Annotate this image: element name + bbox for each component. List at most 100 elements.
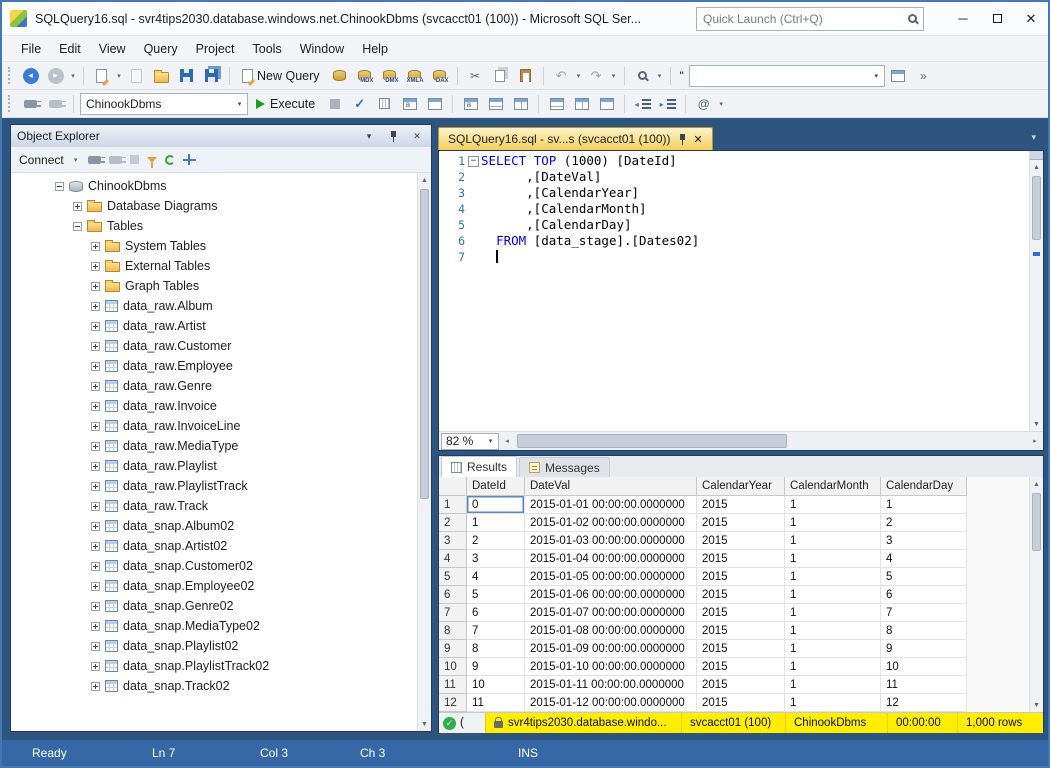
code-line[interactable]: 2 ,[DateVal]: [439, 169, 1029, 185]
tree-expander-icon[interactable]: [91, 681, 100, 691]
editor-vertical-scrollbar[interactable]: ▲ ▼: [1029, 151, 1043, 431]
server-disconnect-icon[interactable]: [108, 155, 126, 164]
tree-expander-icon[interactable]: [91, 381, 100, 391]
tree-item[interactable]: data_snap.Playlist02: [11, 636, 417, 656]
cell-dateid[interactable]: 6: [467, 604, 525, 622]
cell-calendaryear[interactable]: 2015: [697, 622, 785, 640]
toolbar2-overflow-caret[interactable]: ▾: [717, 100, 725, 108]
tree-expander-icon[interactable]: [73, 201, 82, 211]
tree-expander-icon[interactable]: [91, 361, 100, 371]
tree-item[interactable]: ChinookDbms: [11, 176, 417, 196]
maximize-button[interactable]: [980, 2, 1014, 35]
tree-item[interactable]: data_raw.Album: [11, 296, 417, 316]
column-header-calendarday[interactable]: CalendarDay: [881, 477, 967, 496]
cell-dateval[interactable]: 2015-01-05 00:00:00.0000000: [525, 568, 697, 586]
tree-expander-icon[interactable]: [91, 601, 100, 611]
tree-expander-icon[interactable]: [91, 241, 100, 251]
cell-calendarmonth[interactable]: 1: [785, 694, 881, 712]
new-file-button[interactable]: [90, 64, 113, 87]
parse-button[interactable]: [348, 92, 371, 115]
tree-item[interactable]: data_raw.InvoiceLine: [11, 416, 417, 436]
cell-calendarday[interactable]: 6: [881, 586, 967, 604]
code-line[interactable]: 6 FROM [data_stage].[Dates02]: [439, 233, 1029, 249]
tree-item[interactable]: Tables: [11, 216, 417, 236]
undo-button[interactable]: [550, 64, 573, 87]
find-dropdown-caret[interactable]: ▾: [656, 72, 664, 80]
cell-dateid[interactable]: 3: [467, 550, 525, 568]
dmx-query-button[interactable]: DMX: [378, 64, 401, 87]
dax-query-button[interactable]: DAX: [428, 64, 451, 87]
cell-dateid[interactable]: 11: [467, 694, 525, 712]
menu-item[interactable]: Query: [135, 38, 187, 60]
column-header-dateval[interactable]: DateVal: [525, 477, 697, 496]
cell-calendarday[interactable]: 3: [881, 532, 967, 550]
menu-item[interactable]: File: [12, 38, 50, 60]
tree-item[interactable]: data_snap.Employee02: [11, 576, 417, 596]
cell-dateval[interactable]: 2015-01-01 00:00:00.0000000: [525, 496, 697, 514]
column-header-calendarmonth[interactable]: CalendarMonth: [785, 477, 881, 496]
cell-dateid[interactable]: 5: [467, 586, 525, 604]
scrollbar-thumb[interactable]: [517, 434, 787, 448]
code-line[interactable]: 3 ,[CalendarYear]: [439, 185, 1029, 201]
tree-expander-icon[interactable]: [91, 401, 100, 411]
redo-dropdown-caret[interactable]: ▾: [610, 72, 618, 80]
tree-item[interactable]: data_snap.Genre02: [11, 596, 417, 616]
search-icon[interactable]: [908, 14, 917, 23]
close-button[interactable]: ✕: [1014, 2, 1048, 35]
estimated-plan-button[interactable]: [373, 92, 396, 115]
scrollbar-thumb[interactable]: [1032, 493, 1041, 551]
cell-dateval[interactable]: 2015-01-02 00:00:00.0000000: [525, 514, 697, 532]
comment-button[interactable]: [545, 92, 568, 115]
window-layout-button[interactable]: [887, 64, 910, 87]
cell-calendaryear[interactable]: 2015: [697, 496, 785, 514]
navigate-dropdown-caret[interactable]: ▾: [69, 72, 77, 80]
cancel-query-button[interactable]: [323, 92, 346, 115]
tree-item[interactable]: External Tables: [11, 256, 417, 276]
code-line[interactable]: 1 SELECT TOP (1000) [DateId]: [439, 153, 1029, 169]
change-connection-button[interactable]: [44, 92, 67, 115]
refresh-icon[interactable]: [164, 154, 175, 165]
grid-vertical-scrollbar[interactable]: ▲ ▼: [1029, 477, 1043, 712]
code-line[interactable]: 4 ,[CalendarMonth]: [439, 201, 1029, 217]
cell-calendaryear[interactable]: 2015: [697, 694, 785, 712]
add-item-button[interactable]: [125, 64, 148, 87]
document-list-caret[interactable]: ▾: [1023, 132, 1044, 143]
intellisense-button[interactable]: [423, 92, 446, 115]
cell-calendaryear[interactable]: 2015: [697, 676, 785, 694]
tree-expander-icon[interactable]: [91, 281, 100, 291]
cell-calendaryear[interactable]: 2015: [697, 586, 785, 604]
cell-calendarday[interactable]: 11: [881, 676, 967, 694]
tree-item[interactable]: data_raw.Employee: [11, 356, 417, 376]
column-header-calendaryear[interactable]: CalendarYear: [697, 477, 785, 496]
editor-horizontal-scrollbar[interactable]: [515, 432, 1027, 450]
find-combo-input[interactable]: [689, 65, 869, 86]
copy-button[interactable]: [489, 64, 512, 87]
find-combo[interactable]: ▾: [688, 64, 885, 87]
tab-messages[interactable]: Messages: [519, 457, 610, 477]
object-explorer-scrollbar[interactable]: ▲ ▼: [417, 173, 431, 731]
scroll-up-arrow[interactable]: ▲: [1030, 160, 1043, 174]
new-query-button[interactable]: New Query: [236, 64, 326, 87]
pin-button[interactable]: [385, 128, 401, 144]
cell-calendarmonth[interactable]: 1: [785, 658, 881, 676]
row-number-cell[interactable]: 1: [439, 496, 467, 514]
cell-calendarmonth[interactable]: 1: [785, 568, 881, 586]
row-number-cell[interactable]: 6: [439, 586, 467, 604]
connect-menu-caret[interactable]: ▾: [72, 156, 80, 164]
row-number-cell[interactable]: 3: [439, 532, 467, 550]
fold-margin[interactable]: [465, 233, 481, 249]
cell-calendarday[interactable]: 10: [881, 658, 967, 676]
tree-item[interactable]: data_raw.Genre: [11, 376, 417, 396]
cell-calendaryear[interactable]: 2015: [697, 568, 785, 586]
tree-expander-icon[interactable]: [91, 461, 100, 471]
cell-dateval[interactable]: 2015-01-10 00:00:00.0000000: [525, 658, 697, 676]
mdx-query-button[interactable]: MDX: [353, 64, 376, 87]
menu-item[interactable]: Project: [187, 38, 244, 60]
server-connect-icon[interactable]: [87, 155, 105, 164]
cell-calendarday[interactable]: 7: [881, 604, 967, 622]
row-number-cell[interactable]: 5: [439, 568, 467, 586]
scroll-down-arrow[interactable]: ▼: [1030, 417, 1043, 431]
cell-dateval[interactable]: 2015-01-12 00:00:00.0000000: [525, 694, 697, 712]
cell-dateval[interactable]: 2015-01-11 00:00:00.0000000: [525, 676, 697, 694]
decrease-indent-button[interactable]: [631, 92, 654, 115]
